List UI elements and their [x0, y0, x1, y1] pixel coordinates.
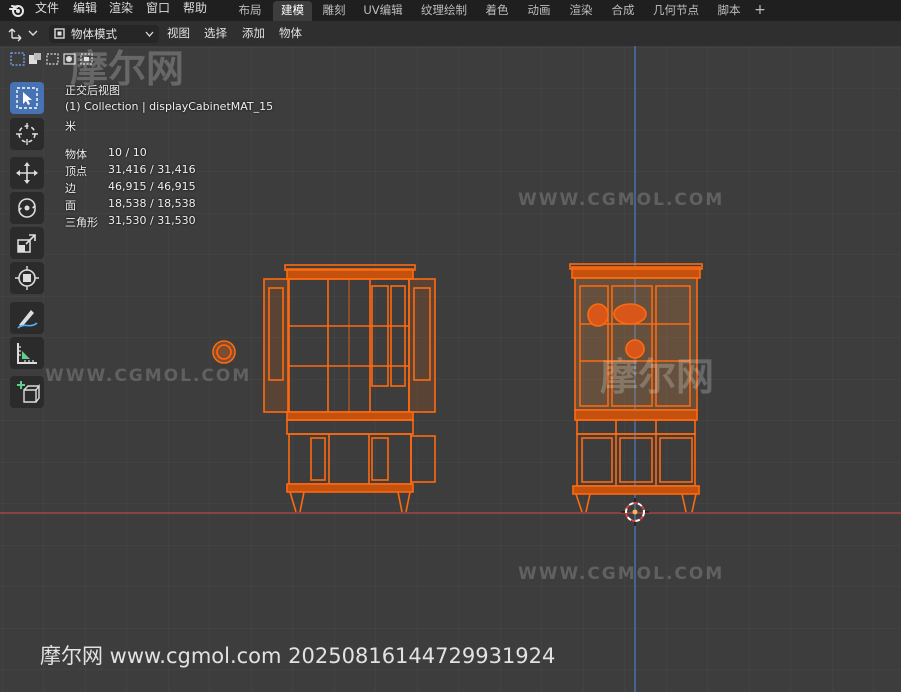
blender-logo-icon[interactable] [9, 3, 25, 18]
menu-edit[interactable]: 编辑 [73, 0, 97, 21]
transform-icon [15, 266, 39, 290]
tab-texture-paint[interactable]: 纹理绘制 [414, 1, 474, 21]
measure-tool[interactable] [10, 337, 44, 369]
cursor-icon [16, 123, 38, 145]
add-cube-icon [17, 381, 40, 403]
menu-add[interactable]: 添加 [242, 23, 265, 43]
tab-shading[interactable]: 着色 [479, 1, 515, 21]
chevron-down-icon [145, 31, 154, 37]
3d-viewport[interactable]: 摩尔网 WWW.CGMOL.COM WWW.CGMOL.COM 摩尔网 WWW.… [0, 46, 901, 692]
tab-scripting[interactable]: 脚本 [710, 1, 748, 21]
object-mode-icon [54, 28, 65, 39]
transform-orientation-icon[interactable] [8, 24, 40, 42]
tab-uv-editing[interactable]: UV编辑 [358, 1, 408, 21]
annotate-icon [17, 310, 38, 329]
add-workspace-button[interactable]: + [752, 1, 768, 21]
stat-vertices-value: 31,416 / 31,416 [108, 163, 196, 176]
menu-file[interactable]: 文件 [35, 0, 59, 21]
tab-sculpting[interactable]: 雕刻 [315, 1, 353, 21]
cursor-tool[interactable] [10, 118, 44, 150]
site-watermark: WWW.CGMOL.COM [45, 366, 252, 386]
tab-rendering[interactable]: 渲染 [562, 1, 600, 21]
transform-tool[interactable] [10, 262, 44, 294]
stat-vertices-label: 顶点 [65, 165, 87, 178]
tab-compositing[interactable]: 合成 [604, 1, 642, 21]
stat-objects-label: 物体 [65, 148, 87, 161]
site-watermark: WWW.CGMOL.COM [518, 564, 725, 584]
unit-label: 米 [65, 120, 76, 133]
menu-render[interactable]: 渲染 [109, 0, 133, 21]
top-menu-bar: 文件 编辑 渲染 窗口 帮助 布局 建模 雕刻 UV编辑 纹理绘制 着色 动画 … [0, 0, 901, 21]
collection-info: (1) Collection | displayCabinetMAT_15 [65, 100, 274, 113]
annotate-tool[interactable] [10, 302, 44, 334]
stat-triangles-label: 三角形 [65, 216, 98, 229]
brand-watermark: 摩尔网 [600, 355, 715, 399]
rotate-icon [18, 198, 36, 218]
move-tool[interactable] [10, 157, 44, 189]
footer-watermark: 摩尔网 www.cgmol.com 20250816144729931924 [40, 644, 556, 668]
site-watermark: WWW.CGMOL.COM [518, 190, 725, 210]
scale-tool[interactable] [10, 227, 44, 259]
tab-geometry-nodes[interactable]: 几何节点 [646, 1, 706, 21]
select-box-icon [16, 87, 38, 109]
move-icon [16, 162, 38, 184]
view-name: 正交后视图 [65, 84, 120, 97]
stat-faces-value: 18,538 / 18,538 [108, 197, 196, 210]
stat-objects-value: 10 / 10 [108, 146, 147, 159]
scale-icon [17, 234, 36, 253]
menu-window[interactable]: 窗口 [146, 0, 170, 21]
add-cube-tool[interactable] [10, 376, 44, 408]
tab-modeling[interactable]: 建模 [273, 1, 312, 21]
stat-faces-label: 面 [65, 199, 76, 212]
select-box-tool[interactable] [10, 82, 44, 114]
menu-object[interactable]: 物体 [279, 23, 302, 43]
tab-animation[interactable]: 动画 [520, 1, 558, 21]
measure-icon [17, 343, 37, 364]
stat-edges-label: 边 [65, 182, 76, 195]
rotate-tool[interactable] [10, 192, 44, 224]
menu-help[interactable]: 帮助 [183, 0, 207, 21]
stat-triangles-value: 31,530 / 31,530 [108, 214, 196, 227]
tab-layout[interactable]: 布局 [230, 1, 270, 21]
stat-edges-value: 46,915 / 46,915 [108, 180, 196, 193]
menu-select[interactable]: 选择 [204, 23, 227, 43]
